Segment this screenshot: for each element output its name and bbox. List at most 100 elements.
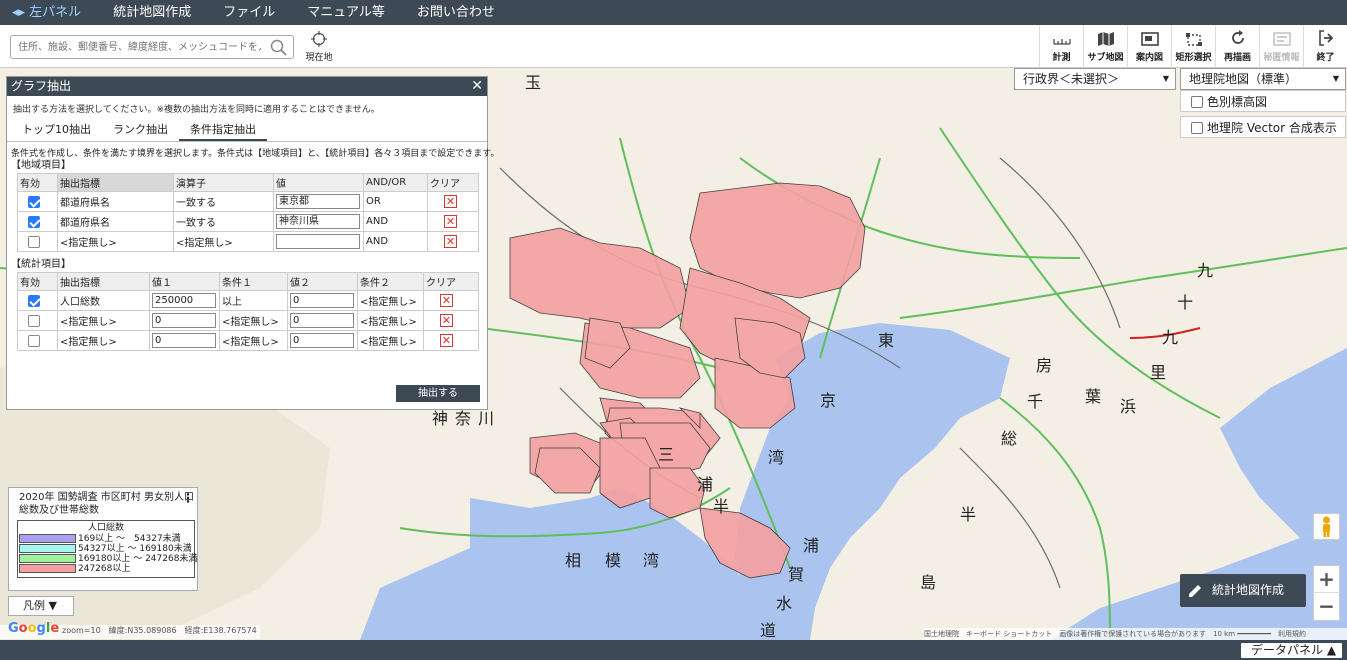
indicator-select[interactable]: <指定無し> (57, 231, 174, 252)
measure-button[interactable]: 計測 (1039, 25, 1083, 68)
clear-icon[interactable]: ✕ (444, 215, 457, 228)
vector-composite-option[interactable]: 地理院 Vector 合成表示 (1180, 116, 1346, 138)
map-label-miura-1: 三 (658, 445, 674, 464)
secret-icon (1272, 32, 1291, 46)
clear-icon[interactable]: ✕ (444, 195, 457, 208)
menu-file[interactable]: ファイル (207, 0, 291, 25)
enabled-checkbox[interactable] (28, 215, 40, 228)
indicator-select[interactable]: <指定無し> (57, 330, 150, 351)
menu-manual[interactable]: マニュアル等 (291, 0, 401, 25)
table-row: <指定無し> <指定無し> AND ✕ (17, 231, 479, 252)
street-view-pegman[interactable] (1313, 513, 1340, 540)
value1-input[interactable]: 0 (152, 333, 216, 348)
value2-input[interactable]: 0 (290, 313, 354, 328)
sub-map-button[interactable]: サブ地図 (1083, 25, 1127, 68)
cond1-select[interactable]: 以上 (219, 290, 288, 311)
table-row: <指定無し> 0 <指定無し> 0 <指定無し> ✕ (17, 310, 479, 331)
left-panel-toggle[interactable]: ◂▸ 左パネル (0, 0, 97, 25)
exit-label: 終了 (1316, 53, 1335, 63)
value-input[interactable]: 神奈川県 (276, 214, 360, 229)
tab-top10[interactable]: トップ10抽出 (11, 120, 102, 141)
clear-icon[interactable]: ✕ (440, 294, 453, 307)
col-cond1: 条件１ (219, 272, 288, 291)
search-icon[interactable] (270, 39, 287, 56)
data-panel-button[interactable]: データパネル ▲ (1240, 642, 1343, 659)
enabled-checkbox[interactable] (28, 314, 40, 327)
current-location-button[interactable]: 現在地 (302, 31, 336, 63)
indicator-select[interactable]: 都道府県名 (57, 211, 174, 232)
table-row: <指定無し> 0 <指定無し> 0 <指定無し> ✕ (17, 330, 479, 351)
cond2-select[interactable]: <指定無し> (357, 290, 424, 311)
operator-select[interactable]: <指定無し> (173, 231, 274, 252)
value1-input[interactable]: 250000 (152, 293, 216, 308)
legend-heading: 人口総数 (87, 523, 124, 533)
legend-range: 54327以上 〜 169180未満 (78, 544, 192, 554)
stat-conditions-table: 有効 抽出指標 値１ 条件１ 値２ 条件２ クリア 人口総数 250000 以上… (17, 272, 479, 351)
value2-input[interactable]: 0 (290, 333, 354, 348)
andor-select[interactable]: AND (363, 211, 428, 232)
map-attribution[interactable]: 国土地理院 キーボード ショートカット 画像は著作権で保護されている場合がありま… (924, 628, 1347, 640)
clear-icon[interactable]: ✕ (444, 235, 457, 248)
search-input[interactable] (11, 36, 261, 58)
value1-input[interactable]: 0 (152, 313, 216, 328)
relief-map-checkbox[interactable] (1191, 96, 1203, 108)
value-input[interactable] (276, 234, 360, 249)
more-vert-icon[interactable]: ⋮ (182, 491, 194, 505)
menu-contact[interactable]: お問い合わせ (401, 0, 511, 25)
tab-rank[interactable]: ランク抽出 (102, 120, 179, 141)
basemap-value: 地理院地図（標準） (1189, 72, 1298, 86)
legend-range: 169以上 〜 54327未満 (78, 534, 181, 544)
value2-input[interactable]: 0 (290, 293, 354, 308)
enabled-checkbox[interactable] (28, 195, 40, 208)
map-label-boso-2: 総 (1001, 429, 1017, 448)
basemap-select[interactable]: 地理院地図（標準） ▼ (1180, 68, 1346, 90)
indicator-select[interactable]: 都道府県名 (57, 191, 174, 212)
zoom-in-button[interactable]: + (1314, 566, 1339, 593)
condition-instruction: 条件式を作成し、条件を満たす境界を選択します。条件式は【地域項目】と、【統計項目… (11, 149, 500, 159)
guide-map-label: 案内図 (1135, 53, 1163, 63)
exit-button[interactable]: 終了 (1303, 25, 1347, 68)
col-indicator: 抽出指標 (57, 173, 174, 192)
col-clear: クリア (427, 173, 479, 192)
cond1-select[interactable]: <指定無し> (219, 310, 288, 331)
map-legend: 2020年 国勢調査 市区町村 男女別人口 総数及び世帯総数 ⋮ 人口総数 16… (8, 487, 198, 591)
window-icon (1140, 32, 1159, 46)
stat-section-label: 【統計項目】 (11, 259, 71, 270)
admin-boundary-select[interactable]: 行政界＜未選択＞ ▼ (1014, 68, 1176, 90)
indicator-select[interactable]: 人口総数 (57, 290, 150, 311)
zoom-out-button[interactable]: − (1314, 593, 1339, 620)
enabled-checkbox[interactable] (28, 294, 40, 307)
tab-condition[interactable]: 条件指定抽出 (179, 120, 267, 141)
cond2-select[interactable]: <指定無し> (357, 310, 424, 331)
andor-select[interactable]: OR (363, 191, 428, 212)
indicator-select[interactable]: <指定無し> (57, 310, 150, 331)
value-input[interactable]: 東京都 (276, 194, 360, 209)
operator-select[interactable]: 一致する (173, 191, 274, 212)
andor-select[interactable]: AND (363, 231, 428, 252)
redraw-button[interactable]: 再描画 (1215, 25, 1259, 68)
operator-select[interactable]: 一致する (173, 211, 274, 232)
clear-icon[interactable]: ✕ (440, 334, 453, 347)
enabled-checkbox[interactable] (28, 334, 40, 347)
map-label-miura-3: 半 (713, 497, 729, 516)
close-icon[interactable]: ✕ (471, 77, 483, 96)
admin-boundary-value: 行政界＜未選択＞ (1023, 72, 1120, 86)
rect-select-button[interactable]: 矩形選択 (1171, 25, 1215, 68)
menu-stat-map[interactable]: 統計地図作成 (97, 0, 207, 25)
enabled-checkbox[interactable] (28, 235, 40, 248)
secret-info-button[interactable]: 秘匿情報 (1259, 25, 1303, 68)
clear-icon[interactable]: ✕ (440, 314, 453, 327)
relief-map-option[interactable]: 色別標高図 (1180, 90, 1346, 112)
cond2-select[interactable]: <指定無し> (357, 330, 424, 351)
legend-toggle-button[interactable]: 凡例 ▼ (8, 596, 74, 616)
map-label-chiba-2: 葉 (1085, 387, 1101, 406)
guide-map-button[interactable]: 案内図 (1127, 25, 1171, 68)
stat-map-create-button[interactable]: 統計地図作成 (1180, 574, 1306, 607)
map-label-sagami-2: 模 (605, 551, 621, 570)
map-label-kujukuri-1: 九 (1197, 261, 1213, 280)
map-label-kanagawa-1: 神 (432, 409, 448, 428)
extract-button[interactable]: 抽出する (396, 385, 480, 402)
sub-map-label: サブ地図 (1087, 53, 1124, 63)
vector-composite-checkbox[interactable] (1191, 122, 1203, 134)
cond1-select[interactable]: <指定無し> (219, 330, 288, 351)
